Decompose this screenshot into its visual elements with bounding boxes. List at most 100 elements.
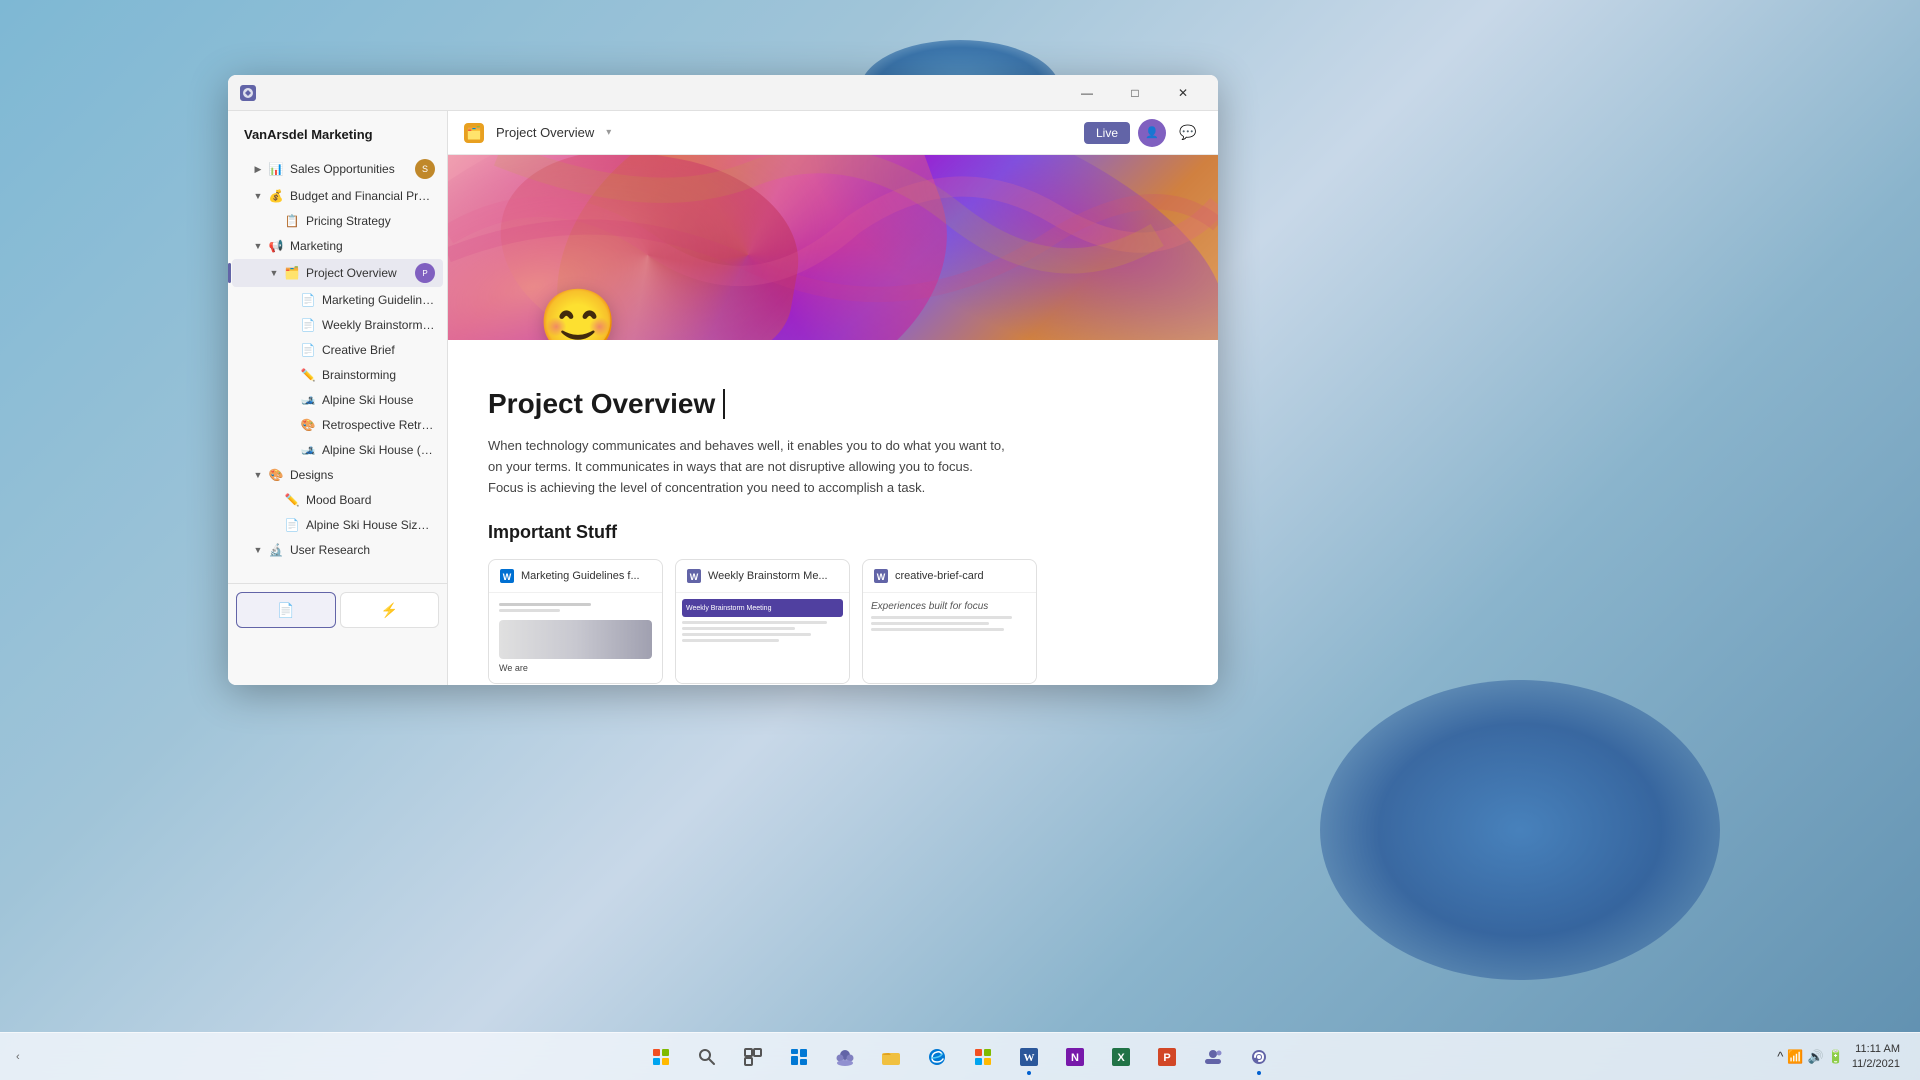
content-scrollable[interactable]: 😊 Project Overview When technology commu… <box>448 155 1218 685</box>
sidebar-item-sales-opportunities[interactable]: ▶ 📊 Sales Opportunities S <box>232 155 443 183</box>
expand-tray-icon[interactable]: ^ <box>1777 1049 1783 1064</box>
breadcrumb-icon: 🗂️ <box>464 123 484 143</box>
taskbar-store[interactable] <box>963 1037 1003 1077</box>
edit-icon: ✏️ <box>300 367 316 383</box>
hero-image: 😊 <box>448 155 1218 340</box>
sidebar-item-retrospective-retreat[interactable]: ▶ 🎨 Retrospective Retreat <box>232 413 443 437</box>
content-panel: 🗂️ Project Overview ▾ Live 👤 💬 <box>448 111 1218 685</box>
sidebar-item-designs[interactable]: ▼ 🎨 Designs <box>232 463 443 487</box>
files-icon: 📄 <box>277 602 294 619</box>
chevron-down-icon: ▼ <box>268 267 280 279</box>
word-icon: W <box>499 568 515 584</box>
preview-header: Weekly Brainstorm Meeting <box>682 599 843 617</box>
sidebar-label: Alpine Ski House <box>322 393 435 407</box>
taskbar-onenote[interactable]: N <box>1055 1037 1095 1077</box>
section-title: Important Stuff <box>488 522 1178 543</box>
sidebar-label: User Research <box>290 543 435 557</box>
svg-text:W: W <box>1024 1052 1035 1064</box>
window-controls: — □ ✕ <box>1064 75 1206 111</box>
close-button[interactable]: ✕ <box>1160 75 1206 111</box>
minimize-button[interactable]: — <box>1064 75 1110 111</box>
taskbar-search[interactable] <box>687 1037 727 1077</box>
sidebar-item-weekly-brainstorm[interactable]: ▶ 📄 Weekly Brainstorm Meeting <box>232 313 443 337</box>
sidebar-item-mood-board[interactable]: ▶ ✏️ Mood Board <box>232 488 443 512</box>
blob-decoration-bottom-right <box>1320 680 1720 980</box>
doc-card-weekly-brainstorm[interactable]: W Weekly Brainstorm Me... Weekly Brainst… <box>675 559 850 684</box>
sidebar-item-alpine-sizzle[interactable]: ▶ 📄 Alpine Ski House Sizzle Re... <box>232 513 443 537</box>
sidebar-item-marketing[interactable]: ▼ 📢 Marketing <box>232 234 443 258</box>
taskbar-excel[interactable]: X <box>1101 1037 1141 1077</box>
sidebar-item-creative-brief[interactable]: ▶ 📄 Creative Brief <box>232 338 443 362</box>
taskbar-word[interactable]: W <box>1009 1037 1049 1077</box>
doc-icon: 📄 <box>300 317 316 333</box>
taskbar-file-explorer[interactable] <box>871 1037 911 1077</box>
chevron-down-icon: ▼ <box>252 469 264 481</box>
chat-icon-button[interactable]: 💬 <box>1174 119 1202 147</box>
sidebar-item-pricing[interactable]: ▶ 📋 Pricing Strategy <box>232 209 443 233</box>
sidebar-item-budget[interactable]: ▼ 💰 Budget and Financial Projection <box>232 184 443 208</box>
svg-text:W: W <box>690 572 699 582</box>
taskbar-powerpoint[interactable]: P <box>1147 1037 1187 1077</box>
sidebar-avatar: P <box>415 263 435 283</box>
doc-card-header: W Marketing Guidelines f... <box>489 560 662 593</box>
taskbar-widgets[interactable] <box>779 1037 819 1077</box>
doc-card-creative-brief[interactable]: W creative-brief-card Experiences built … <box>862 559 1037 684</box>
breadcrumb-label: Project Overview <box>496 125 594 140</box>
svg-text:X: X <box>1117 1052 1125 1064</box>
chevron-down-icon: ▼ <box>252 190 264 202</box>
svg-text:W: W <box>877 572 886 582</box>
sidebar-item-brainstorming[interactable]: ▶ ✏️ Brainstorming <box>232 363 443 387</box>
page-description: When technology communicates and behaves… <box>488 436 1008 498</box>
taskbar-task-view[interactable] <box>733 1037 773 1077</box>
pricing-icon: 📋 <box>284 213 300 229</box>
sidebar-avatar: S <box>415 159 435 179</box>
svg-text:W: W <box>503 572 512 582</box>
art-icon: 🎨 <box>300 417 316 433</box>
ski-icon: 🎿 <box>300 392 316 408</box>
chevron-down-icon: ▼ <box>252 544 264 556</box>
card-preview: Weekly Brainstorm Meeting <box>676 593 849 683</box>
battery-icon[interactable]: 🔋 <box>1828 1049 1844 1065</box>
main-area: VanArsdel Marketing ▶ 📊 Sales Opportunit… <box>228 111 1218 685</box>
doc-card-marketing-guidelines[interactable]: W Marketing Guidelines f... We are <box>488 559 663 684</box>
taskbar-clock[interactable]: 11:11 AM 11/2/2021 <box>1852 1042 1900 1071</box>
sidebar-label: Creative Brief <box>322 343 435 357</box>
sidebar-tab-activity[interactable]: ⚡ <box>340 592 440 628</box>
page-title-text: Project Overview <box>488 388 715 420</box>
title-bar: — □ ✕ <box>228 75 1218 111</box>
header-actions: Live 👤 💬 <box>1084 119 1202 147</box>
live-button[interactable]: Live <box>1084 122 1130 144</box>
sidebar-label: Mood Board <box>306 493 435 507</box>
sidebar-item-user-research[interactable]: ▼ 🔬 User Research <box>232 538 443 562</box>
sidebar-tab-files[interactable]: 📄 <box>236 592 336 628</box>
sidebar-label: Sales Opportunities <box>290 162 415 176</box>
chat-icon: 💬 <box>1179 124 1196 141</box>
maximize-button[interactable]: □ <box>1112 75 1158 111</box>
cursor-indicator <box>723 389 725 419</box>
page-content: Project Overview When technology communi… <box>448 340 1218 685</box>
taskbar-teams[interactable] <box>1193 1037 1233 1077</box>
sidebar-item-alpine-ski-id[interactable]: ▶ 🎿 Alpine Ski House (ID: 487... <box>232 438 443 462</box>
hero-emoji: 😊 <box>538 285 618 340</box>
tray-icons: ^ 📶 🔊 🔋 <box>1777 1049 1844 1065</box>
chevron-right-icon: ▶ <box>252 163 264 175</box>
volume-icon[interactable]: 🔊 <box>1808 1049 1824 1065</box>
sidebar-item-alpine-ski-house[interactable]: ▶ 🎿 Alpine Ski House <box>232 388 443 412</box>
taskbar-edge[interactable] <box>917 1037 957 1077</box>
research-icon: 🔬 <box>268 542 284 558</box>
sidebar-label: Alpine Ski House Sizzle Re... <box>306 518 435 532</box>
taskbar-start[interactable] <box>641 1037 681 1077</box>
sidebar-label: Weekly Brainstorm Meeting <box>322 318 435 332</box>
preview-text: We are <box>499 663 652 673</box>
marketing-icon: 📢 <box>268 238 284 254</box>
budget-icon: 💰 <box>268 188 284 204</box>
taskbar: ‹ <box>0 1032 1920 1080</box>
network-icon[interactable]: 📶 <box>1787 1049 1803 1065</box>
doc-icon: 📄 <box>284 517 300 533</box>
sales-icon: 📊 <box>268 161 284 177</box>
user-avatar[interactable]: 👤 <box>1138 119 1166 147</box>
sidebar-item-project-overview[interactable]: ▼ 🗂️ Project Overview P <box>232 259 443 287</box>
sidebar-item-marketing-guidelines[interactable]: ▶ 📄 Marketing Guidelines for V... <box>232 288 443 312</box>
taskbar-loop[interactable] <box>1239 1037 1279 1077</box>
taskbar-chat[interactable] <box>825 1037 865 1077</box>
